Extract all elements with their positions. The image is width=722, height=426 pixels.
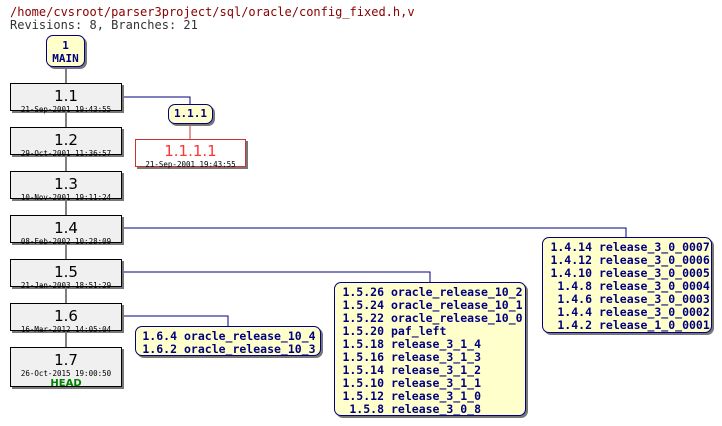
revision-number: 1.4 xyxy=(54,219,78,237)
branch-revision-node[interactable]: 1.1.1.1 21-Sep-2001 19:43:55 xyxy=(135,139,246,169)
trunk-node[interactable]: 1 MAIN xyxy=(46,35,85,67)
revision-date: 08-Feb-2002 10:28:09 xyxy=(20,237,112,246)
revision-number: 1.3 xyxy=(54,175,78,193)
revision-node[interactable]: 1.6 16-Mar-2012 14:05:04 xyxy=(10,303,122,334)
tag-revision: 1.6.2 xyxy=(142,342,177,356)
revision-node[interactable]: 1.4 08-Feb-2002 10:28:09 xyxy=(10,215,122,246)
revision-number: 1.1 xyxy=(54,87,78,105)
tag-entry[interactable]: 1.5.8 release_3_0_8 xyxy=(340,403,525,416)
revision-number: 1.6 xyxy=(54,307,78,325)
tag-name: oracle_release_10_3 xyxy=(184,342,316,356)
revision-node[interactable]: 1.3 10-Nov-2001 19:11:24 xyxy=(10,171,122,202)
revision-date: 21-Jan-2003 18:51:29 xyxy=(20,281,112,290)
tag-group-1-6[interactable]: 1.6.4 oracle_release_10_4 1.6.2 oracle_rel… xyxy=(135,326,321,356)
tag-name: release_3_0_8 xyxy=(391,402,482,416)
revision-date: 10-Nov-2001 19:11:24 xyxy=(20,193,112,202)
tag-entry[interactable]: 1.4.2 release_1_0_0001 xyxy=(548,319,711,332)
head-tag: HEAD xyxy=(50,378,82,389)
tag-revision: 1.4.2 xyxy=(557,318,592,332)
branch-node[interactable]: 1.1.1 xyxy=(168,104,213,124)
revision-date: 29-Oct-2001 11:36:57 xyxy=(20,149,112,158)
revision-number: 1.2 xyxy=(54,131,78,149)
tag-group-1-5[interactable]: 1.5.26 oracle_release_10_2 1.5.24 oracle_r… xyxy=(334,282,526,416)
tag-entry[interactable]: 1.6.2 oracle_release_10_3 xyxy=(141,343,320,356)
trunk-name: MAIN xyxy=(52,52,79,65)
revision-date: 21-Sep-2001 19:43:55 xyxy=(20,105,112,114)
revision-node[interactable]: 1.2 29-Oct-2001 11:36:57 xyxy=(10,127,122,158)
tag-revision: 1.5.8 xyxy=(349,402,384,416)
tag-name: release_1_0_0001 xyxy=(599,318,710,332)
branch-revision-date: 21-Sep-2001 19:43:55 xyxy=(145,160,236,169)
revision-date: 16-Mar-2012 14:05:04 xyxy=(20,325,112,334)
tag-edge-1-4 xyxy=(122,227,627,237)
revision-node[interactable]: 1.1 21-Sep-2001 19:43:55 xyxy=(10,83,122,114)
branch-revision-number: 1.1.1.1 xyxy=(164,142,217,160)
revision-date: 26-Oct-2015 19:00:50 xyxy=(20,369,112,378)
revision-node[interactable]: 1.5 21-Jan-2003 18:51:29 xyxy=(10,259,122,290)
tag-group-1-4[interactable]: 1.4.14 release_3_0_0007 1.4.12 release_3_0… xyxy=(542,237,712,333)
head-revision-node[interactable]: 1.7 26-Oct-2015 19:00:50 HEAD xyxy=(10,347,122,389)
tag-edge-1-6 xyxy=(122,315,229,326)
revision-number: 1.5 xyxy=(54,263,78,281)
branch-edge xyxy=(122,96,191,104)
revision-number: 1.7 xyxy=(54,351,78,369)
tag-edge-1-5 xyxy=(122,271,431,282)
trunk-number: 1 xyxy=(62,39,69,52)
branch-number: 1.1.1 xyxy=(173,107,208,120)
